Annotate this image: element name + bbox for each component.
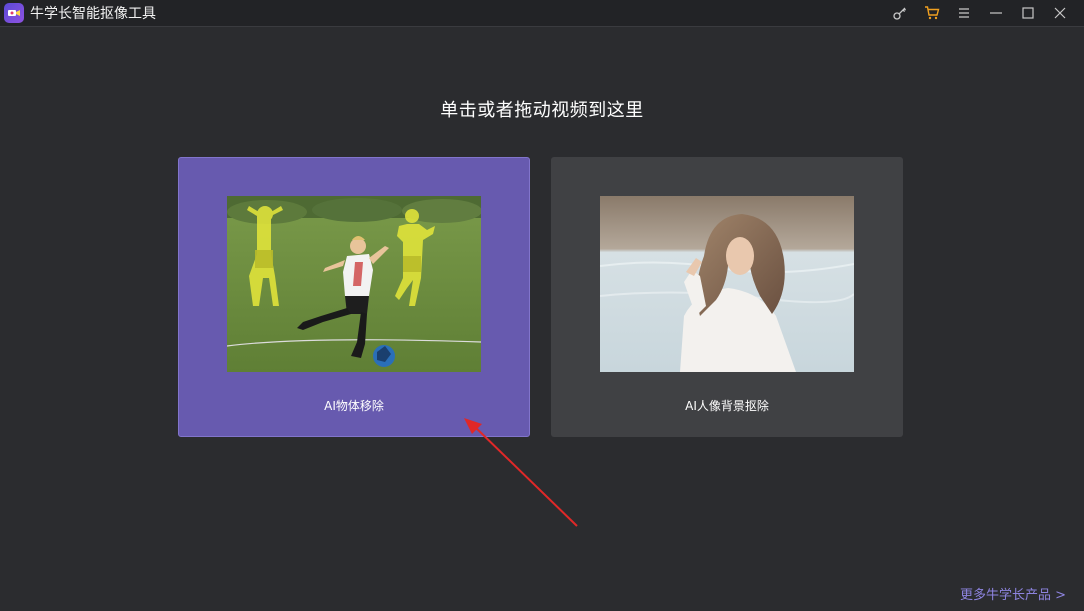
- app-logo: [4, 3, 24, 23]
- window-controls: [884, 0, 1076, 26]
- ai-object-removal-label: AI物体移除: [324, 399, 384, 413]
- menu-icon: [959, 8, 969, 18]
- video-camera-icon: [8, 10, 20, 16]
- portrait-preview-image: [600, 196, 854, 372]
- ai-portrait-background-removal-label: AI人像背景抠除: [685, 399, 769, 413]
- key-icon: [893, 7, 907, 20]
- title-bar: 牛学长智能抠像工具: [0, 0, 1084, 27]
- object-removal-preview-image: [227, 196, 481, 372]
- annotation-arrow: [464, 418, 578, 527]
- maximize-icon: [1022, 7, 1034, 19]
- cart-button[interactable]: [916, 0, 948, 26]
- more-products-link[interactable]: 更多牛学长产品 >: [960, 584, 1066, 603]
- ai-portrait-background-removal-card[interactable]: AI人像背景抠除: [551, 157, 903, 437]
- minimize-icon: [990, 12, 1002, 14]
- app-title: 牛学长智能抠像工具: [30, 6, 156, 22]
- close-icon: [1054, 7, 1066, 19]
- ai-object-removal-card[interactable]: AI物体移除: [178, 157, 530, 437]
- drop-zone-headline: 单击或者拖动视频到这里: [440, 100, 644, 121]
- key-button[interactable]: [884, 0, 916, 26]
- maximize-button[interactable]: [1012, 0, 1044, 26]
- cart-icon: [925, 6, 940, 20]
- menu-button[interactable]: [948, 0, 980, 26]
- minimize-button[interactable]: [980, 0, 1012, 26]
- close-button[interactable]: [1044, 0, 1076, 26]
